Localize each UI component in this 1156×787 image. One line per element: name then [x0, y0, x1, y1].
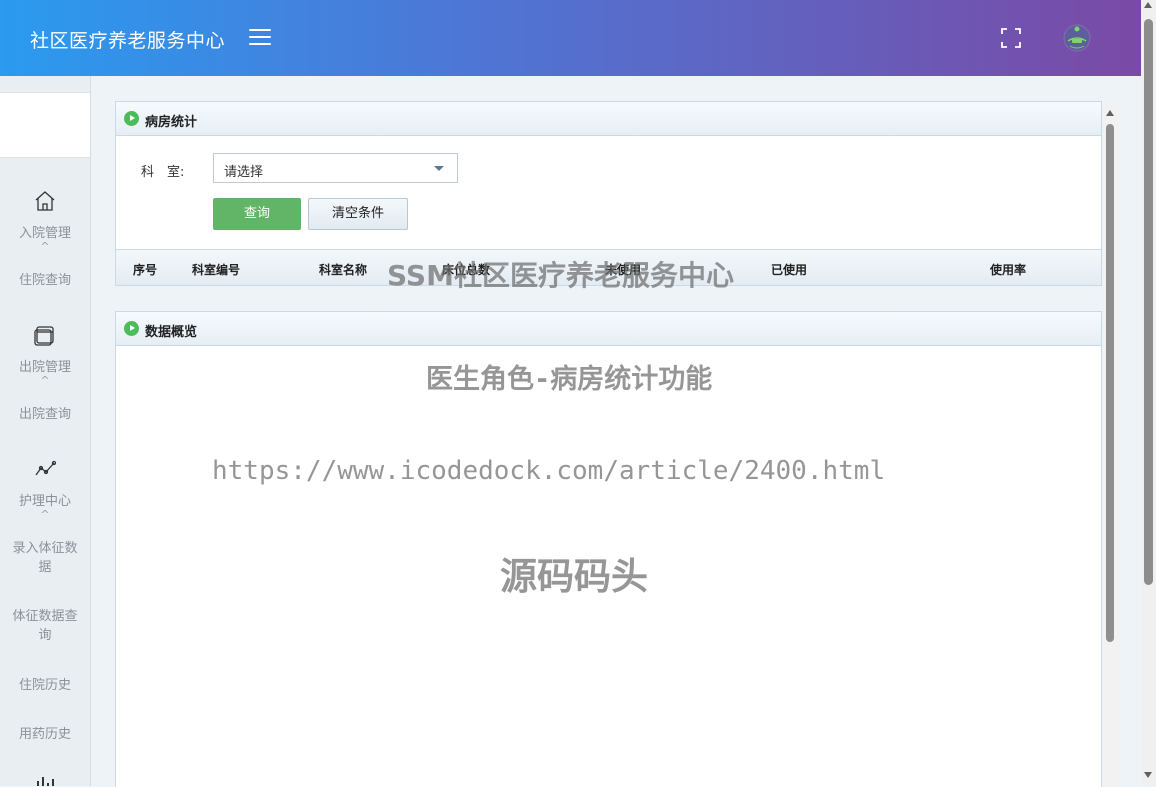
- window-icon: [0, 324, 90, 350]
- clear-conditions-button[interactable]: 清空条件: [308, 198, 408, 230]
- window-scrollbar[interactable]: [1141, 0, 1156, 786]
- sidebar-item-discharge[interactable]: 出院管理 ^: [0, 324, 90, 387]
- column-header[interactable]: 科室名称: [319, 261, 367, 278]
- query-button[interactable]: 查询: [213, 198, 301, 230]
- scroll-down-arrow-icon[interactable]: [1144, 772, 1152, 778]
- column-header[interactable]: 床位总数: [442, 261, 490, 278]
- sidebar-item-admission[interactable]: 入院管理 ^: [0, 190, 90, 253]
- column-header[interactable]: 使用率: [990, 261, 1026, 278]
- chevron-down-icon: [434, 166, 444, 171]
- chevron-up-icon: ^: [40, 240, 50, 253]
- sidebar-subitem-enter-vitals[interactable]: 录入体征数据: [8, 539, 82, 577]
- user-avatar-icon[interactable]: [1063, 24, 1091, 52]
- sidebar-subitem-inpatient-history[interactable]: 住院历史: [8, 676, 82, 695]
- data-overview-panel: 数据概览: [115, 311, 1102, 787]
- sidebar-subitem-vitals-query[interactable]: 体征数据查询: [8, 607, 82, 645]
- app-title: 社区医疗养老服务中心: [30, 30, 226, 52]
- ward-table-header: 序号 科室编号 科室名称 床位总数 未使用 已使用 使用率: [116, 249, 1101, 285]
- panel-header: 病房统计: [116, 102, 1101, 136]
- scroll-up-arrow-icon[interactable]: [1144, 2, 1152, 8]
- column-header[interactable]: 未使用: [605, 261, 641, 278]
- department-label: 科 室:: [141, 165, 185, 180]
- sidebar: 入院管理 ^ 住院查询 出院管理 ^ 出院查询 护理中心 ^ 录入体征数据 体征…: [0, 76, 91, 786]
- panel-title: 病房统计: [145, 115, 198, 130]
- sidebar-item-nursing-center[interactable]: 护理中心 ^: [0, 458, 90, 521]
- chevron-up-icon: ^: [40, 374, 50, 387]
- scroll-up-arrow-icon[interactable]: [1106, 110, 1114, 116]
- play-circle-icon: [124, 111, 139, 126]
- home-icon: [0, 190, 90, 216]
- chevron-up-icon: ^: [40, 508, 50, 521]
- top-header: 社区医疗养老服务中心: [0, 0, 1141, 76]
- column-header[interactable]: 序号: [133, 261, 157, 278]
- department-select[interactable]: 请选择: [213, 153, 458, 183]
- bar-chart-icon: [0, 773, 90, 786]
- main-content: 病房统计 科 室: 请选择 查询 清空条件 序号 科室编号 科室名称 床位总数 …: [91, 76, 1141, 787]
- content-scrollbar[interactable]: [1103, 102, 1118, 786]
- panel-title: 数据概览: [145, 325, 198, 340]
- sidebar-user-area: [0, 92, 90, 158]
- column-header[interactable]: 科室编号: [192, 261, 240, 278]
- sidebar-item-label: 入院管理: [18, 226, 71, 241]
- line-chart-icon: [0, 458, 90, 484]
- department-select-value: 请选择: [224, 165, 264, 180]
- ward-stats-panel: 病房统计 科 室: 请选择 查询 清空条件 序号 科室编号 科室名称 床位总数 …: [115, 101, 1102, 286]
- sidebar-item-statistics[interactable]: [0, 773, 90, 786]
- sidebar-subitem-discharge-query[interactable]: 出院查询: [8, 405, 82, 424]
- sidebar-subitem-medication-history[interactable]: 用药历史: [8, 725, 82, 744]
- column-header[interactable]: 已使用: [771, 261, 807, 278]
- scrollbar-thumb[interactable]: [1106, 124, 1114, 642]
- panel-header: 数据概览: [116, 312, 1101, 346]
- hamburger-menu-icon[interactable]: [249, 29, 271, 47]
- scrollbar-thumb[interactable]: [1144, 19, 1153, 585]
- fullscreen-icon[interactable]: [1000, 27, 1022, 49]
- sidebar-subitem-inpatient-query[interactable]: 住院查询: [8, 271, 82, 290]
- sidebar-item-label: 出院管理: [18, 360, 71, 375]
- sidebar-item-label: 护理中心: [18, 494, 71, 509]
- play-circle-icon: [124, 321, 139, 336]
